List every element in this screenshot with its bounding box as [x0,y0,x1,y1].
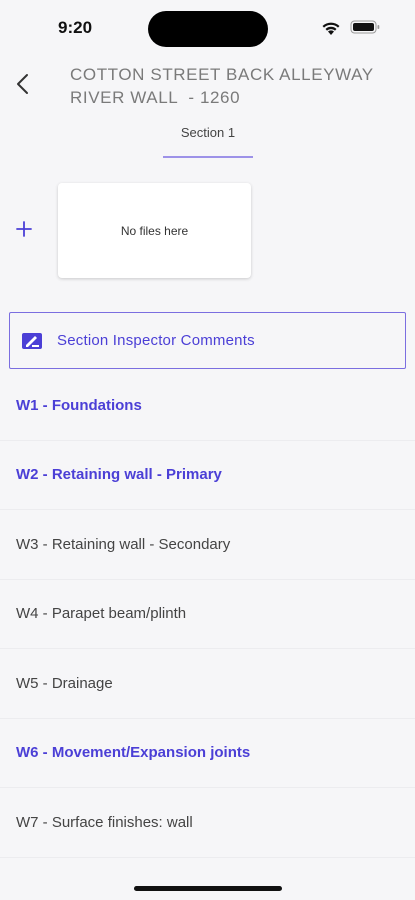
list-item-w6[interactable]: W6 - Movement/Expansion joints [0,719,415,788]
status-bar: 9:20 [0,0,415,56]
tab-active-indicator [163,156,253,158]
comments-button-label: Section Inspector Comments [57,332,255,349]
list-item-w5[interactable]: W5 - Drainage [0,649,415,719]
back-button[interactable] [10,70,36,98]
files-empty-text: No files here [120,223,189,238]
comment-edit-icon [22,332,42,349]
tab-section-1[interactable]: Section 1 [163,118,253,158]
list-item-w7[interactable]: W7 - Surface finishes: wall [0,788,415,858]
page-title: COTTON STREET BACK ALLEYWAY RIVER WALL -… [70,65,374,107]
list-item-w1[interactable]: W1 - Foundations [0,371,415,441]
section-inspector-comments-button[interactable]: Section Inspector Comments [9,312,406,369]
tab-label: Section 1 [180,125,236,140]
dynamic-island [148,11,268,47]
wifi-icon [322,22,340,35]
battery-icon [350,20,380,34]
home-indicator [134,886,282,891]
list-item-w4[interactable]: W4 - Parapet beam/plinth [0,580,415,649]
plus-icon [16,221,32,237]
list-item-w2[interactable]: W2 - Retaining wall - Primary [0,441,415,510]
files-card: No files here [58,183,251,278]
add-file-button[interactable] [12,217,36,241]
status-time: 9:20 [58,18,93,37]
chevron-left-icon [17,74,28,94]
list-item-w3[interactable]: W3 - Retaining wall - Secondary [0,510,415,580]
section-list: W1 - Foundations W2 - Retaining wall - P… [0,371,415,858]
